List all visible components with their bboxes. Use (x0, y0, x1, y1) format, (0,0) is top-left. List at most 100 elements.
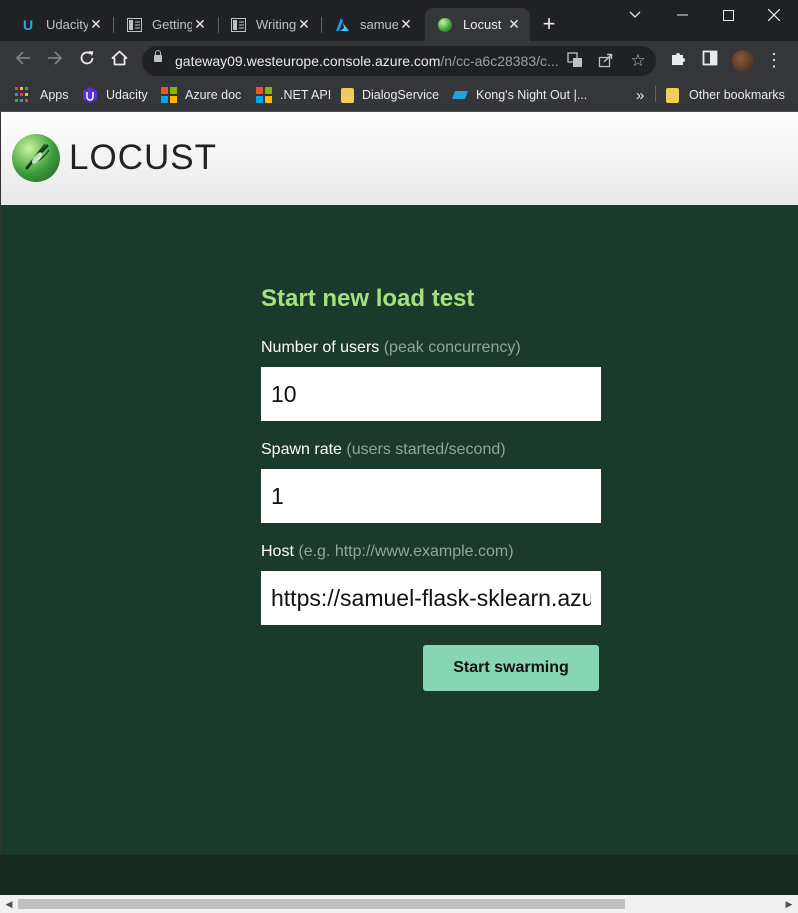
bookmarks-bar: Apps Udacity Azure doc .NET API DialogSe… (0, 79, 798, 112)
folder-icon (341, 87, 354, 103)
spawn-rate-label-text: Spawn rate (261, 441, 342, 458)
doc-icon (230, 17, 246, 33)
close-tab-icon[interactable]: ✕ (398, 16, 414, 33)
bookmark-label: Apps (40, 88, 69, 102)
host-input[interactable] (261, 571, 601, 625)
horizontal-scrollbar[interactable]: ◀ ▶ (0, 895, 798, 913)
extensions-button[interactable] (666, 48, 690, 72)
users-hint: (peak concurrency) (383, 339, 521, 356)
maximize-icon (722, 9, 734, 21)
udacity-icon: U (22, 16, 34, 33)
star-icon[interactable]: ☆ (629, 52, 647, 70)
tab-writing[interactable]: Writing ✕ (218, 8, 320, 41)
bookmark-other[interactable]: Other bookmarks (666, 85, 785, 105)
arrow-right-icon (48, 51, 63, 65)
users-label: Number of users (peak concurrency) (261, 339, 521, 357)
reload-button[interactable] (75, 48, 99, 72)
locust-bug-icon (25, 143, 50, 170)
menu-button[interactable]: ⋮ (762, 48, 786, 72)
form-title: Start new load test (261, 285, 475, 312)
browser-toolbar: gateway09.westeurope.console.azure.com/n… (0, 41, 798, 79)
tab-samuel[interactable]: samuel ✕ (322, 8, 422, 41)
tab-title: samuel (360, 17, 398, 32)
folder-icon (666, 87, 679, 103)
back-button[interactable] (11, 48, 35, 72)
tab-locust[interactable]: Locust ✕ (425, 8, 530, 41)
chevron-double-right-icon: » (636, 86, 645, 104)
bookmark-separator (655, 86, 656, 102)
translate-icon[interactable] (566, 52, 584, 70)
close-tab-icon[interactable]: ✕ (296, 16, 312, 33)
bookmark-label: Azure doc (185, 88, 242, 102)
azure-icon (334, 17, 350, 33)
close-icon (768, 9, 780, 21)
bookmark-kong[interactable]: Kong's Night Out |... (452, 85, 587, 105)
forward-button[interactable] (43, 48, 67, 72)
spawn-rate-hint: (users started/second) (346, 441, 506, 458)
users-input[interactable] (261, 367, 601, 421)
share-icon[interactable] (597, 52, 615, 70)
kebab-menu-icon: ⋮ (765, 50, 783, 70)
puzzle-icon (672, 53, 685, 65)
profile-avatar[interactable] (732, 50, 754, 72)
home-button[interactable] (107, 48, 131, 72)
minimize-button[interactable] (659, 0, 705, 30)
bookmark-apps[interactable]: Apps (14, 85, 69, 105)
tab-search-button[interactable] (612, 0, 658, 30)
lock-icon (154, 50, 162, 62)
microsoft-icon (161, 87, 177, 103)
microsoft-icon (256, 87, 272, 103)
locust-icon (437, 17, 453, 33)
url-host: gateway09.westeurope.console.azure.com (175, 53, 441, 69)
close-tab-icon[interactable]: ✕ (506, 16, 522, 33)
spawn-rate-input[interactable] (261, 469, 601, 523)
minimize-icon (676, 14, 688, 16)
main-content: Start new load test Number of users (pea… (0, 205, 798, 855)
spawn-rate-label: Spawn rate (users started/second) (261, 441, 506, 459)
bookmarks-overflow-button[interactable]: » (636, 85, 644, 105)
host-label: Host (e.g. http://www.example.com) (261, 543, 514, 561)
close-window-button[interactable] (751, 0, 797, 30)
tab-title: Locust (463, 17, 502, 32)
locust-header: LOCUST (0, 112, 798, 205)
tab-title: Getting (152, 17, 192, 32)
page-footer (0, 855, 798, 895)
bookmark-dialogservice[interactable]: DialogService (341, 85, 439, 105)
scroll-left-icon[interactable]: ◀ (3, 898, 15, 910)
bookmark-net-api[interactable]: .NET API (256, 85, 331, 105)
new-tab-button[interactable]: + (538, 13, 560, 35)
arrow-left-icon (15, 51, 30, 65)
bookmark-label: Kong's Night Out |... (476, 88, 588, 102)
users-label-text: Number of users (261, 339, 380, 356)
kong-icon (452, 87, 468, 103)
bookmark-udacity[interactable]: Udacity (82, 85, 148, 105)
tab-title: Udacity (46, 17, 88, 32)
tab-strip: U Udacity ✕ Getting ✕ Writing ✕ samuel ✕… (0, 0, 798, 41)
side-panel-icon (702, 50, 718, 66)
maximize-button[interactable] (705, 0, 751, 30)
reload-icon (80, 51, 94, 65)
doc-icon (126, 17, 142, 33)
scroll-right-icon[interactable]: ▶ (783, 898, 795, 910)
url-path: /n/cc-a6c28383/c... (440, 53, 559, 69)
close-tab-icon[interactable]: ✕ (192, 16, 208, 33)
locust-logo-text: LOCUST (69, 138, 217, 177)
home-icon (111, 50, 127, 66)
host-hint: (e.g. http://www.example.com) (298, 543, 514, 560)
address-bar[interactable]: gateway09.westeurope.console.azure.com/n… (142, 46, 656, 76)
close-tab-icon[interactable]: ✕ (88, 16, 104, 33)
apps-grid-icon (14, 86, 32, 104)
side-panel-button[interactable] (698, 48, 722, 72)
tab-getting[interactable]: Getting ✕ (114, 8, 216, 41)
host-label-text: Host (261, 543, 294, 560)
tab-udacity[interactable]: U Udacity ✕ (8, 8, 112, 41)
bookmark-label: DialogService (362, 88, 440, 102)
bookmark-azure-doc[interactable]: Azure doc (161, 85, 241, 105)
tab-title: Writing (256, 17, 296, 32)
bookmark-label: Other bookmarks (689, 88, 785, 102)
scrollbar-thumb[interactable] (18, 899, 625, 909)
chevron-down-icon (629, 11, 641, 18)
url-text[interactable]: gateway09.westeurope.console.azure.com/n… (175, 53, 559, 69)
bookmark-label: Udacity (106, 88, 148, 102)
start-swarming-button[interactable]: Start swarming (423, 645, 599, 691)
